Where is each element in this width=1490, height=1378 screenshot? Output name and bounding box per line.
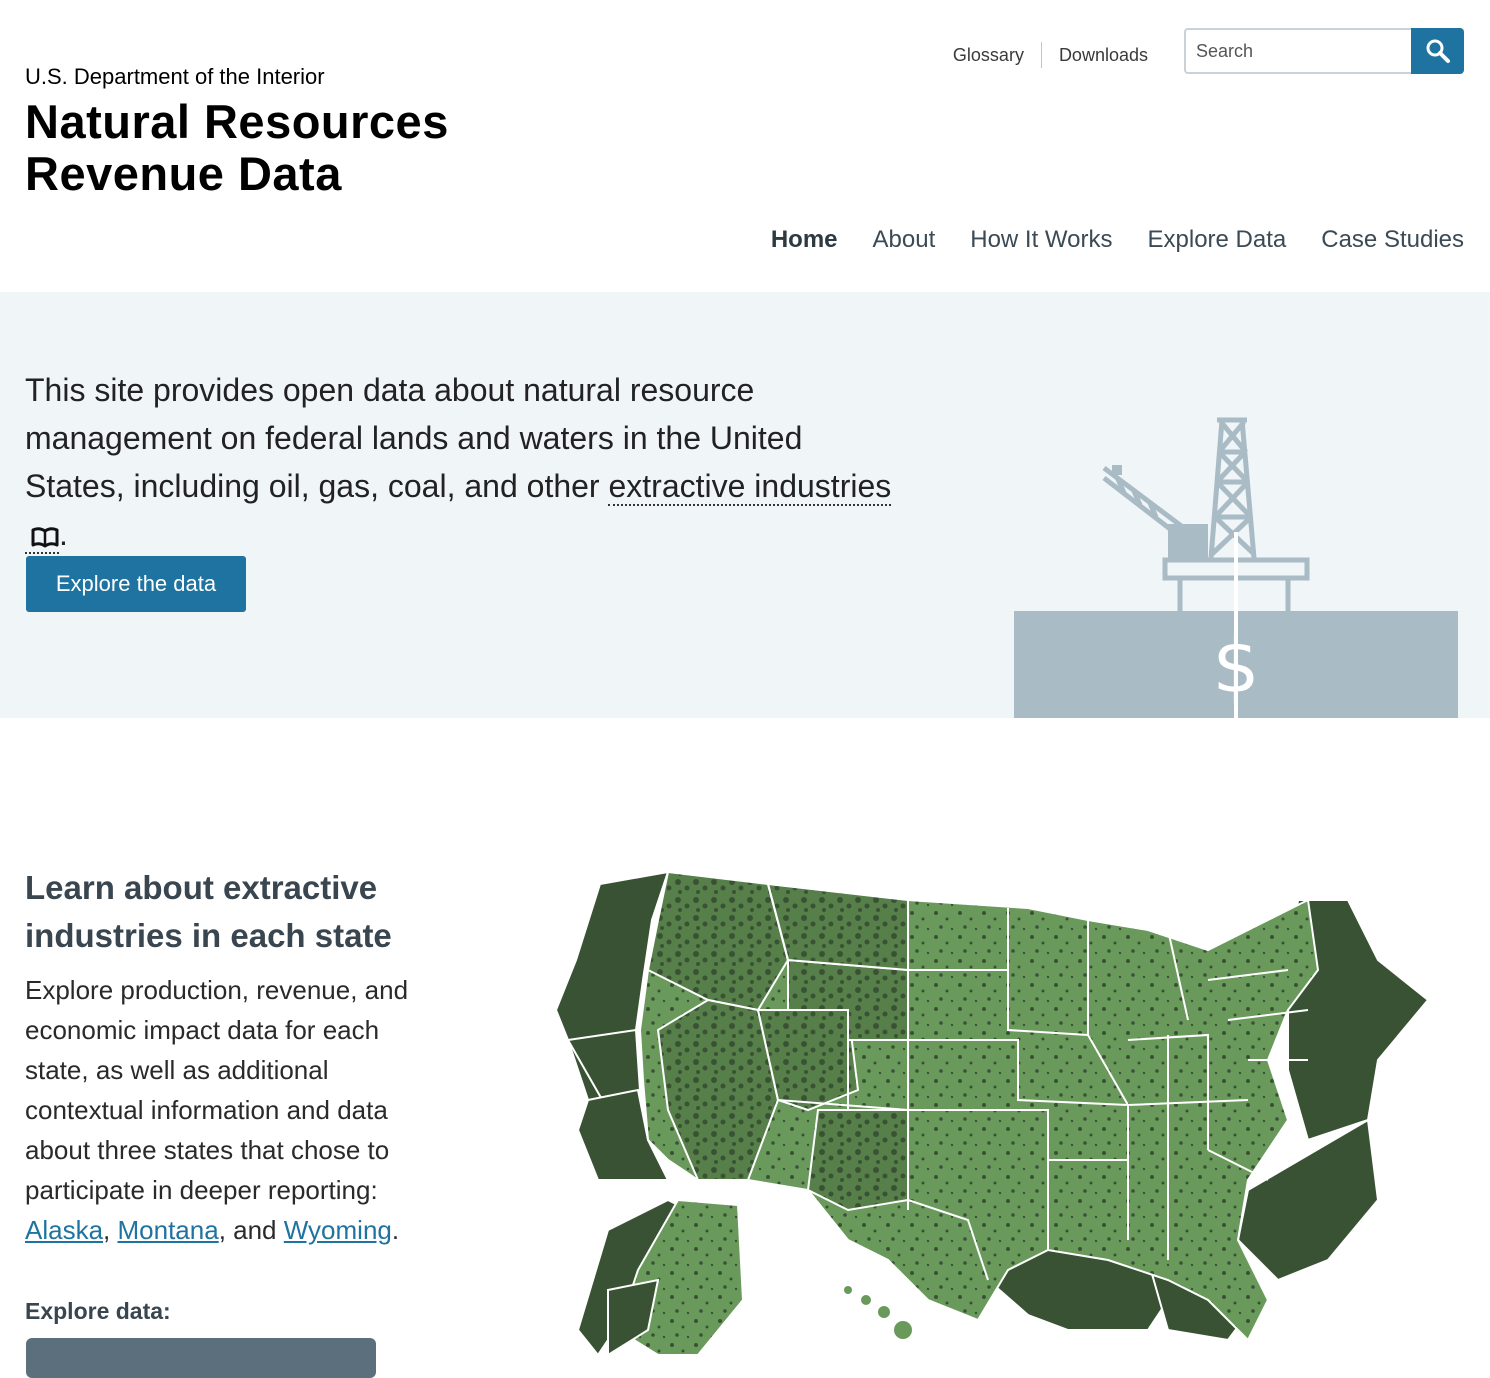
search-input[interactable] — [1184, 28, 1411, 74]
nav-case-studies[interactable]: Case Studies — [1321, 226, 1464, 254]
dollar-symbol: $ — [1212, 624, 1259, 710]
alaska-link[interactable]: Alaska — [25, 1215, 103, 1245]
hero-text-after: . — [59, 516, 68, 552]
glossary-link[interactable]: Glossary — [953, 45, 1024, 66]
site-title[interactable]: Natural Resources Revenue Data — [25, 96, 449, 200]
book-icon — [31, 527, 59, 548]
states-section-title: Learn about extractive industries in eac… — [25, 869, 392, 954]
utility-divider — [1040, 42, 1042, 68]
hawaii-shape — [844, 1286, 912, 1339]
site-title-line1: Natural Resources — [25, 95, 449, 148]
offshore-rig-illustration: $ — [1014, 292, 1458, 718]
search-button[interactable] — [1411, 28, 1464, 74]
hero-intro: This site provides open data about natur… — [25, 366, 905, 558]
explore-data-label: Explore data: — [25, 1298, 171, 1324]
search-icon — [1426, 39, 1450, 63]
states-body-end: . — [391, 1215, 400, 1245]
hero-section: This site provides open data about natur… — [0, 292, 1490, 718]
nav-explore-data[interactable]: Explore Data — [1148, 226, 1287, 254]
states-body-sep-2: , and — [218, 1215, 284, 1245]
glossary-term-label: extractive industries — [608, 468, 892, 504]
states-body-sep-1: , — [103, 1215, 118, 1245]
states-body-text: Explore production, revenue, and economi… — [25, 975, 409, 1205]
site-title-line2: Revenue Data — [25, 147, 342, 200]
utility-nav: Glossary Downloads — [953, 42, 1148, 68]
explore-data-dropdown[interactable] — [26, 1338, 376, 1378]
us-states-map[interactable] — [548, 860, 1448, 1355]
main-nav: Home About How It Works Explore Data Cas… — [771, 226, 1464, 254]
montana-link[interactable]: Montana — [118, 1215, 219, 1245]
wyoming-link[interactable]: Wyoming — [284, 1215, 392, 1245]
nav-how-it-works[interactable]: How It Works — [970, 226, 1112, 254]
hero-edge — [1464, 292, 1490, 718]
explore-the-data-button[interactable]: Explore the data — [26, 556, 246, 612]
states-section-body: Explore production, revenue, and economi… — [25, 970, 410, 1250]
agency-name: U.S. Department of the Interior — [25, 64, 325, 89]
search-form — [1184, 28, 1464, 74]
nav-about[interactable]: About — [873, 226, 936, 254]
downloads-link[interactable]: Downloads — [1059, 45, 1148, 66]
nav-home[interactable]: Home — [771, 226, 838, 254]
